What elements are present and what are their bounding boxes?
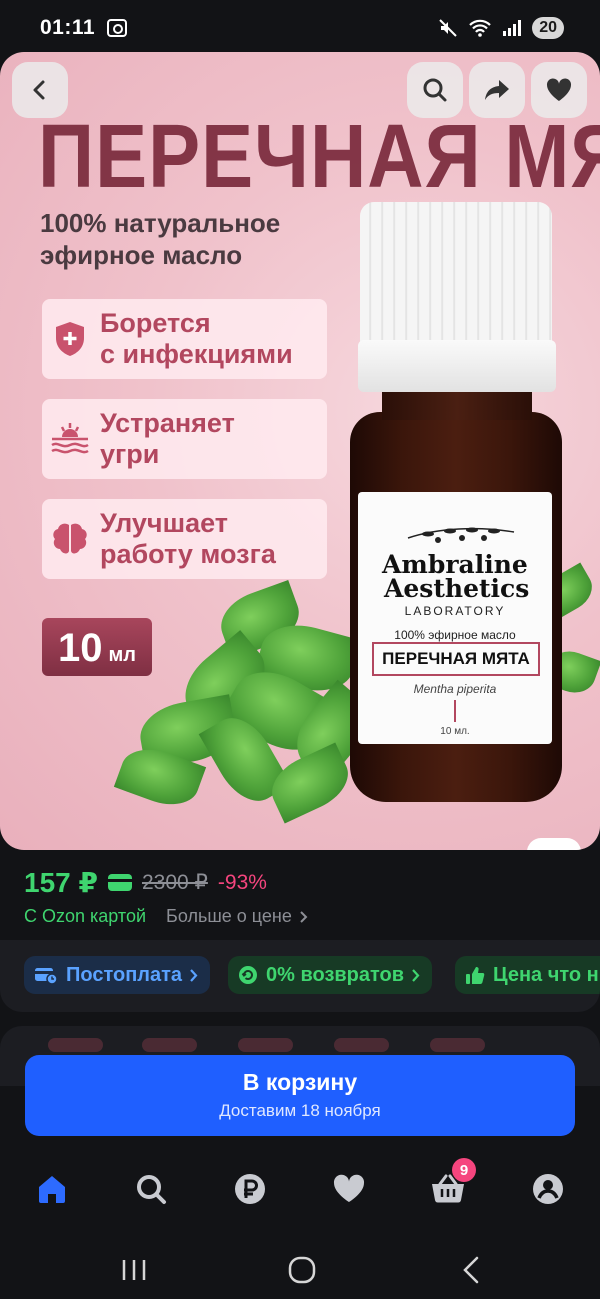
signal-icon (503, 20, 522, 36)
search-icon (137, 1175, 166, 1204)
heart-icon (333, 1174, 365, 1202)
ruble-icon (235, 1174, 265, 1204)
status-icons: 20 (438, 17, 564, 39)
label-product-name: ПЕРЕЧНАЯ МЯТА (372, 642, 540, 676)
system-nav (0, 1238, 600, 1299)
benefit-card: Устраняет угри (42, 399, 327, 479)
wifi-icon (469, 19, 491, 37)
image-subtitle: 100% натуральное эфирное масло (40, 208, 281, 270)
bottle-neck (382, 390, 532, 420)
back-system-button[interactable] (446, 1250, 496, 1290)
price-old: 2300 ₽ (141, 871, 208, 894)
home-icon (39, 1176, 65, 1203)
shield-plus-icon (50, 319, 90, 359)
price-row: 157 ₽ 2300 ₽ -93% (24, 866, 267, 899)
more-price-link[interactable]: Больше о цене (166, 906, 308, 927)
screenshot-icon (107, 19, 128, 37)
share-icon (485, 80, 509, 100)
benefit-text: Устраняет угри (100, 408, 235, 469)
chip-returns[interactable]: 0% возвратов (228, 956, 433, 994)
home-circle-icon (288, 1256, 316, 1284)
status-bar: 01:11 20 (0, 0, 600, 56)
chevron-right-icon (190, 968, 198, 982)
label-latin-name: Mentha piperita (413, 682, 497, 696)
nav-finance[interactable] (225, 1164, 275, 1214)
nav-cart[interactable]: 9 (423, 1158, 476, 1214)
profile-icon (533, 1174, 563, 1204)
add-to-cart-title: В корзину (242, 1069, 358, 1095)
status-time: 01:11 (40, 16, 96, 39)
image-headline: ПЕРЕЧНАЯ МЯТА (38, 105, 600, 207)
benefit-text: Улучшает работу мозга (100, 508, 276, 569)
chips-panel: Постоплата 0% возвратов Цена что н (0, 940, 600, 1012)
olive-branch-icon (407, 527, 515, 543)
ozon-card-icon (107, 874, 132, 891)
label-volume: 10 мл. (440, 726, 470, 737)
label-divider (454, 700, 456, 722)
label-oil-type: 100% эфирное масло (394, 628, 516, 642)
chevron-right-icon (412, 968, 420, 982)
nav-search[interactable] (126, 1164, 176, 1214)
delivery-date: Доставим 18 ноября (219, 1101, 381, 1120)
skin-icon (50, 419, 90, 459)
back-chevron-icon (463, 1256, 479, 1284)
search-button[interactable] (407, 62, 463, 118)
benefit-card: Улучшает работу мозга (42, 499, 327, 579)
bottle-label: Ambraline Aesthetics LABORATORY 100% эфи… (358, 492, 552, 744)
price-discount: -93% (217, 870, 267, 894)
favorite-button[interactable] (531, 62, 587, 118)
volume-badge: 10 мл (42, 618, 152, 676)
add-to-cart-button[interactable]: В корзину Доставим 18 ноября (25, 1055, 575, 1136)
chip-best-price[interactable]: Цена что н (455, 956, 600, 994)
card-clock-icon (35, 968, 58, 985)
chip-postpay[interactable]: Постоплата (24, 956, 211, 994)
chevron-right-icon (300, 910, 308, 923)
bottle-cap-ring (358, 340, 556, 392)
bottom-nav: 9 (0, 1148, 600, 1238)
return-icon (239, 966, 257, 984)
heart-icon (546, 78, 572, 101)
back-button[interactable] (12, 62, 68, 118)
price-current: 157 ₽ (24, 867, 98, 898)
share-button[interactable] (469, 62, 525, 118)
back-icon (33, 80, 45, 100)
product-image[interactable]: ПЕРЕЧНАЯ МЯТА 100% натуральное эфирное м… (0, 52, 600, 850)
nav-profile[interactable] (523, 1164, 573, 1214)
benefit-text: Борется с инфекциями (100, 308, 293, 369)
cart-badge: 9 (452, 1158, 476, 1182)
home-system-button[interactable] (277, 1250, 327, 1290)
label-laboratory: LABORATORY (404, 604, 506, 618)
brain-icon (50, 519, 90, 559)
recent-apps-button[interactable] (109, 1250, 159, 1290)
recent-apps-icon (122, 1260, 146, 1280)
label-brand-line2: Aesthetics (384, 574, 530, 603)
mute-icon (439, 19, 457, 37)
thumb-up-icon (466, 967, 485, 984)
nav-favorites[interactable] (324, 1164, 374, 1214)
nav-home[interactable] (27, 1164, 77, 1214)
battery-indicator: 20 (532, 17, 564, 39)
ozon-card-label: С Ozon картой (24, 906, 147, 926)
search-icon (423, 78, 447, 102)
benefit-card: Борется с инфекциями (42, 299, 327, 379)
image-search-button[interactable] (527, 838, 581, 850)
price-subline: С Ozon картой Больше о цене (24, 906, 308, 927)
